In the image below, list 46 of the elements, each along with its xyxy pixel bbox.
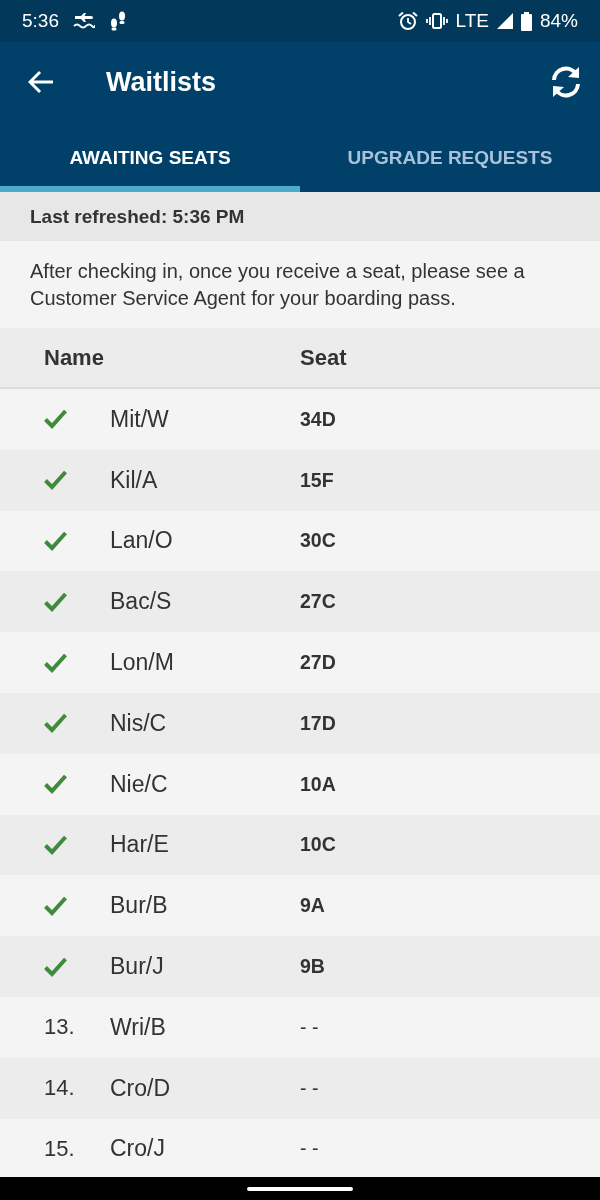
- passenger-name: Nis/C: [110, 709, 168, 737]
- seat-number: 15F: [300, 468, 334, 492]
- passenger-name: Har/E: [110, 831, 170, 859]
- passenger-name: Kil/A: [110, 466, 159, 494]
- passenger-name: Nie/C: [110, 770, 169, 798]
- seat-number: 17D: [300, 711, 336, 735]
- battery-percent: 84%: [539, 10, 578, 32]
- position-number: 13.: [44, 1014, 75, 1041]
- seat-number: 34D: [300, 407, 336, 431]
- airplane-icon: [73, 12, 95, 30]
- back-arrow-icon: [28, 70, 54, 94]
- passenger-name: Cro/D: [110, 1074, 172, 1102]
- network-type: LTE: [455, 10, 489, 32]
- seat-number: 30C: [300, 529, 336, 553]
- signal-icon: [496, 13, 513, 29]
- passenger-name: Wri/B: [110, 1013, 167, 1041]
- passenger-name: Bur/B: [110, 892, 169, 920]
- alarm-icon: [397, 11, 418, 31]
- clock-time: 5:36: [22, 10, 59, 32]
- column-header: Name: [44, 344, 105, 371]
- seat-number: 9B: [300, 955, 325, 979]
- vibrate-icon: [425, 13, 448, 29]
- position-number: 15.: [44, 1135, 75, 1162]
- passenger-name: Cro/J: [110, 1135, 166, 1163]
- seat-number: 9A: [300, 894, 325, 918]
- passenger-name: Bac/S: [110, 588, 173, 616]
- tab[interactable]: UPGRADE REQUESTS: [300, 122, 600, 192]
- screen-title: Waitlists: [106, 66, 217, 98]
- seat-number: 10A: [300, 772, 336, 796]
- passenger-name: Mit/W: [110, 405, 170, 433]
- back-button[interactable]: [28, 70, 54, 94]
- passenger-name: Bur/J: [110, 953, 165, 981]
- battery-icon: [520, 11, 532, 31]
- last-refreshed-text: Last refreshed: 5:36 PM: [30, 205, 245, 228]
- seat-number: - -: [300, 1015, 319, 1039]
- seat-number: 27D: [300, 651, 336, 675]
- seat-number: 10C: [300, 833, 336, 857]
- seat-number: - -: [300, 1137, 319, 1161]
- seat-number: 27C: [300, 590, 336, 614]
- column-header: Seat: [300, 344, 347, 371]
- seat-number: - -: [300, 1076, 319, 1100]
- position-number: 14.: [44, 1075, 75, 1102]
- footprints-icon: [109, 11, 127, 31]
- passenger-name: Lon/M: [110, 649, 175, 677]
- home-handle[interactable]: [247, 1186, 353, 1191]
- passenger-name: Lan/O: [110, 527, 174, 555]
